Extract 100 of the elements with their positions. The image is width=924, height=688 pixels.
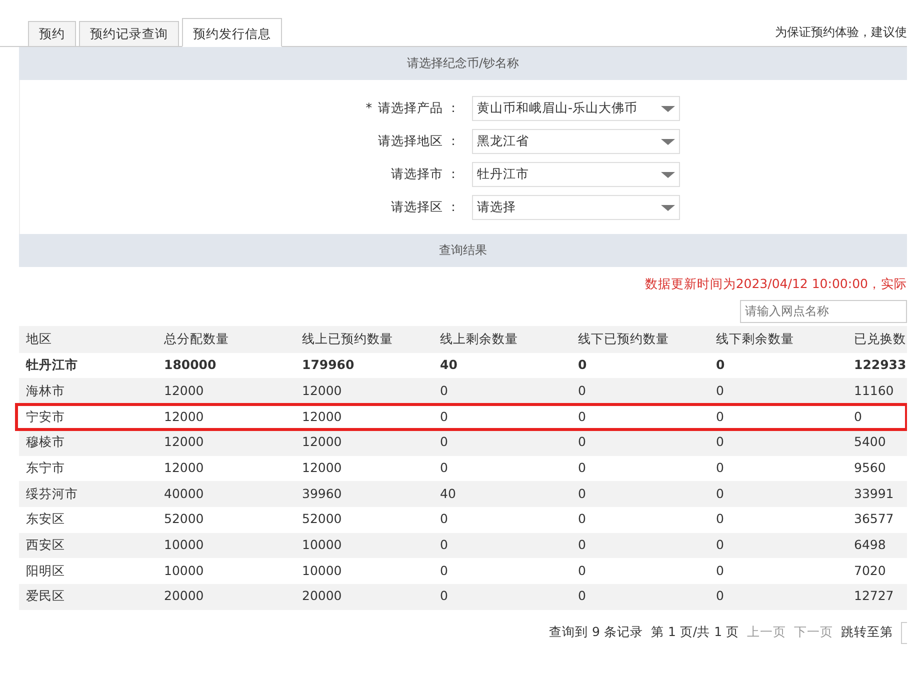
- table-cell-text: 11160: [854, 382, 895, 400]
- table-cell-text: 40000: [164, 484, 205, 503]
- table-cell-text: 阳明区: [26, 562, 66, 580]
- table-cell-text: 牡丹江市: [26, 356, 79, 374]
- table-cell-text: 0: [716, 484, 725, 503]
- table-cell-text: 6498: [854, 536, 887, 554]
- table-cell-text: 0: [578, 536, 587, 554]
- table-cell-text: 0: [440, 408, 449, 426]
- caret-icon: [661, 172, 675, 178]
- caret-icon: [661, 138, 675, 144]
- table-cell-text: 0: [716, 408, 725, 426]
- table-cell-text: 宁安市: [26, 408, 66, 426]
- table-cell-text: 33991: [854, 484, 895, 503]
- table-cell-text: 0: [440, 510, 449, 528]
- table-cell-text: 0: [716, 510, 725, 528]
- column-header: 线下已预约数量: [578, 330, 670, 348]
- table-cell-text: 9560: [854, 458, 887, 477]
- dropdown[interactable]: 黑龙江省: [472, 129, 680, 154]
- table-cell-text: 10000: [302, 562, 343, 580]
- dropdown[interactable]: 请选择: [472, 195, 680, 220]
- table-cell-text: 绥芬河市: [26, 484, 79, 503]
- update-notice: 数据更新时间为2023/04/12 10:00:00，实际: [644, 275, 907, 293]
- table-cell-text: 0: [578, 382, 587, 400]
- jump-label: 跳转至第: [841, 623, 893, 642]
- table-cell-text: 东宁市: [26, 458, 66, 477]
- record-count: 查询到 9 条记录: [549, 623, 643, 642]
- table-cell-text: 0: [716, 562, 725, 580]
- table-cell-text: 52000: [164, 510, 205, 528]
- tab[interactable]: 预约记录查询: [79, 21, 179, 46]
- table-cell-text: 12727: [854, 587, 895, 606]
- column-header: 线上已预约数量: [302, 330, 394, 348]
- dropdown[interactable]: 牡丹江市: [472, 162, 680, 187]
- table-cell-text: 10000: [302, 536, 343, 554]
- field-label: 请选择地区 ：: [378, 133, 460, 148]
- table-cell-text: 179960: [302, 356, 356, 374]
- table-cell-text: 0: [716, 433, 725, 452]
- table-cell-text: 0: [578, 562, 587, 580]
- table-cell-text: 0: [854, 408, 863, 426]
- column-header: 地区: [26, 330, 53, 348]
- column-header: 已兑换数: [854, 330, 907, 348]
- table-cell-text: 0: [578, 433, 587, 452]
- table-cell-text: 0: [440, 433, 449, 452]
- table-cell-text: 40: [440, 356, 458, 374]
- table-cell-text: 0: [440, 562, 449, 580]
- table-cell-text: 7020: [854, 562, 887, 580]
- table-cell-text: 36577: [854, 510, 895, 528]
- column-header: 线下剩余数量: [716, 330, 795, 348]
- table-cell-text: 122933: [854, 356, 907, 374]
- table-cell-text: 0: [716, 356, 726, 374]
- panel-header: 查询结果: [19, 234, 907, 267]
- table-cell-text: 爱民区: [26, 587, 66, 606]
- tab[interactable]: 预约: [28, 21, 76, 46]
- dropdown[interactable]: 黄山币和峨眉山-乐山大佛币: [472, 96, 680, 121]
- required-mark: *: [366, 100, 372, 116]
- field-label: 请选择产品 ：: [378, 100, 460, 116]
- table-cell-text: 40: [440, 484, 457, 503]
- table-cell-text: 10000: [164, 562, 205, 580]
- caret-icon: [661, 106, 675, 112]
- table-cell-text: 0: [716, 458, 725, 477]
- table-cell-text: 0: [716, 382, 725, 400]
- field-label: 请选择市 ：: [391, 166, 460, 182]
- table-cell-text: 12000: [164, 408, 205, 426]
- table-cell-text: 0: [578, 484, 587, 503]
- column-header: 总分配数量: [164, 330, 230, 348]
- table-cell-text: 0: [440, 587, 449, 606]
- table-cell-text: 海林市: [26, 382, 66, 400]
- table-cell-text: 12000: [164, 433, 205, 452]
- table-cell-text: 12000: [164, 382, 205, 400]
- search-field[interactable]: 请输入网点名称: [740, 300, 907, 323]
- column-header: 线上剩余数量: [440, 330, 519, 348]
- table-cell-text: 0: [578, 458, 587, 477]
- panel-header: 请选择纪念币/钞名称: [19, 47, 907, 80]
- table-cell-text: 0: [578, 587, 587, 606]
- table-cell-text: 0: [716, 536, 725, 554]
- table-cell-text: 0: [578, 510, 587, 528]
- table-cell-text: 10000: [164, 536, 205, 554]
- table-cell-text: 20000: [164, 587, 205, 606]
- table-cell-text: 5400: [854, 433, 887, 452]
- table-cell-text: 20000: [302, 587, 343, 606]
- caret-icon: [661, 204, 675, 210]
- table-cell-text: 东安区: [26, 510, 66, 528]
- table-cell-text: 12000: [302, 382, 343, 400]
- table-cell-text: 52000: [302, 510, 343, 528]
- table-cell-text: 180000: [164, 356, 218, 374]
- table-cell-text: 12000: [302, 408, 343, 426]
- table-cell-text: 0: [578, 408, 587, 426]
- table-cell-text: 12000: [302, 433, 343, 452]
- table-cell-text: 穆棱市: [26, 433, 66, 452]
- table-cell-text: 西安区: [26, 536, 66, 554]
- table-cell-text: 0: [440, 536, 449, 554]
- notice-text: 为保证预约体验，建议使: [775, 24, 907, 41]
- page-input[interactable]: [901, 622, 907, 644]
- table-cell-text: 0: [716, 587, 725, 606]
- table-cell-text: 12000: [302, 458, 343, 477]
- table-cell-text: 0: [440, 458, 449, 477]
- table-cell-text: 12000: [164, 458, 205, 477]
- page-info: 第 1 页/共 1 页: [650, 623, 739, 642]
- table-cell-text: 39960: [302, 484, 343, 503]
- tab[interactable]: 预约发行信息: [182, 18, 282, 47]
- table-cell-text: 0: [578, 356, 588, 374]
